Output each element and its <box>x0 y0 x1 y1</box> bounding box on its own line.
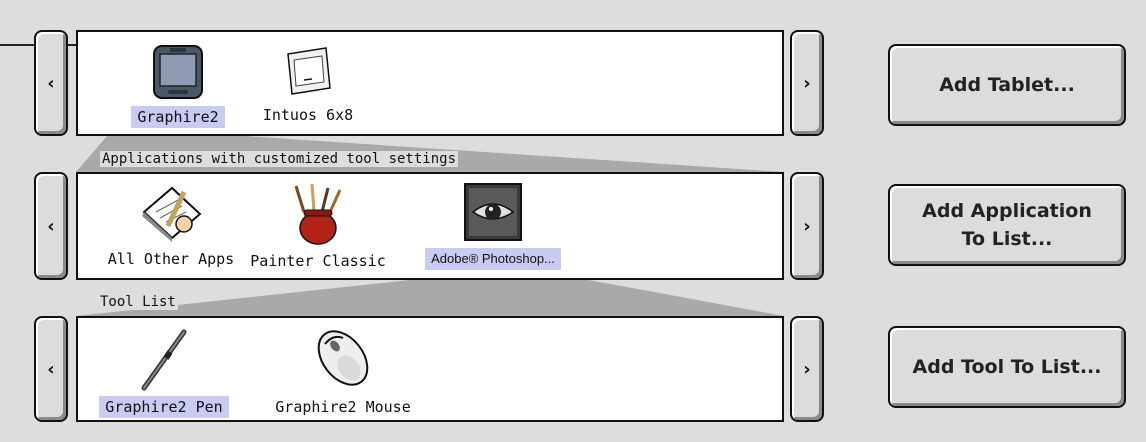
intuos-tablet-icon <box>287 47 331 95</box>
app-item-painter-classic[interactable]: Painter Classic <box>244 182 392 272</box>
add-tool-button[interactable]: Add Tool To List... <box>888 326 1126 408</box>
app-item-photoshop[interactable]: Adobe® Photoshop... <box>398 182 588 270</box>
tool-item-mouse[interactable]: Graphire2 Mouse <box>258 324 428 418</box>
tablet-item-graphire2[interactable]: Graphire2 <box>108 42 248 128</box>
apps-to-tools-connector <box>76 278 784 316</box>
mouse-icon <box>317 330 369 386</box>
tablet-list: Graphire2 Intuos 6x8 <box>76 30 784 136</box>
tool-list: Graphire2 Pen Graphire2 Mouse <box>76 316 784 422</box>
painter-classic-icon <box>294 183 342 245</box>
pen-icon <box>141 329 187 391</box>
graphire2-tablet-icon <box>153 45 203 99</box>
applications-list: All Other Apps Painter Classic Adobe® Ph… <box>76 172 784 280</box>
tools-scroll-left-button[interactable]: ‹ <box>34 316 68 422</box>
tool-label-mouse: Graphire2 Mouse <box>275 398 411 416</box>
add-application-button[interactable]: Add Application To List... <box>888 184 1126 266</box>
all-other-apps-icon <box>142 186 202 242</box>
tablet-label-graphire2: Graphire2 <box>131 106 225 128</box>
applications-section-label: Applications with customized tool settin… <box>100 151 459 167</box>
app-label-painter-classic: Painter Classic <box>250 252 386 270</box>
tool-label-pen: Graphire2 Pen <box>99 396 229 418</box>
tablet-scroll-right-button[interactable]: › <box>790 30 824 136</box>
tool-list-section-label: Tool List <box>98 294 178 310</box>
tablet-item-intuos[interactable]: Intuos 6x8 <box>248 44 368 126</box>
app-label-photoshop: Adobe® Photoshop... <box>425 248 561 270</box>
tablet-label-intuos: Intuos 6x8 <box>262 106 354 124</box>
tool-item-pen[interactable]: Graphire2 Pen <box>90 326 238 418</box>
apps-scroll-left-button[interactable]: ‹ <box>34 172 68 280</box>
add-tablet-button[interactable]: Add Tablet... <box>888 44 1126 126</box>
tools-scroll-right-button[interactable]: › <box>790 316 824 422</box>
app-label-all-other: All Other Apps <box>107 250 235 268</box>
photoshop-eye-icon <box>464 183 522 241</box>
tablet-scroll-left-button[interactable]: ‹ <box>34 30 68 136</box>
apps-scroll-right-button[interactable]: › <box>790 172 824 280</box>
app-item-all-other[interactable]: All Other Apps <box>98 182 244 270</box>
